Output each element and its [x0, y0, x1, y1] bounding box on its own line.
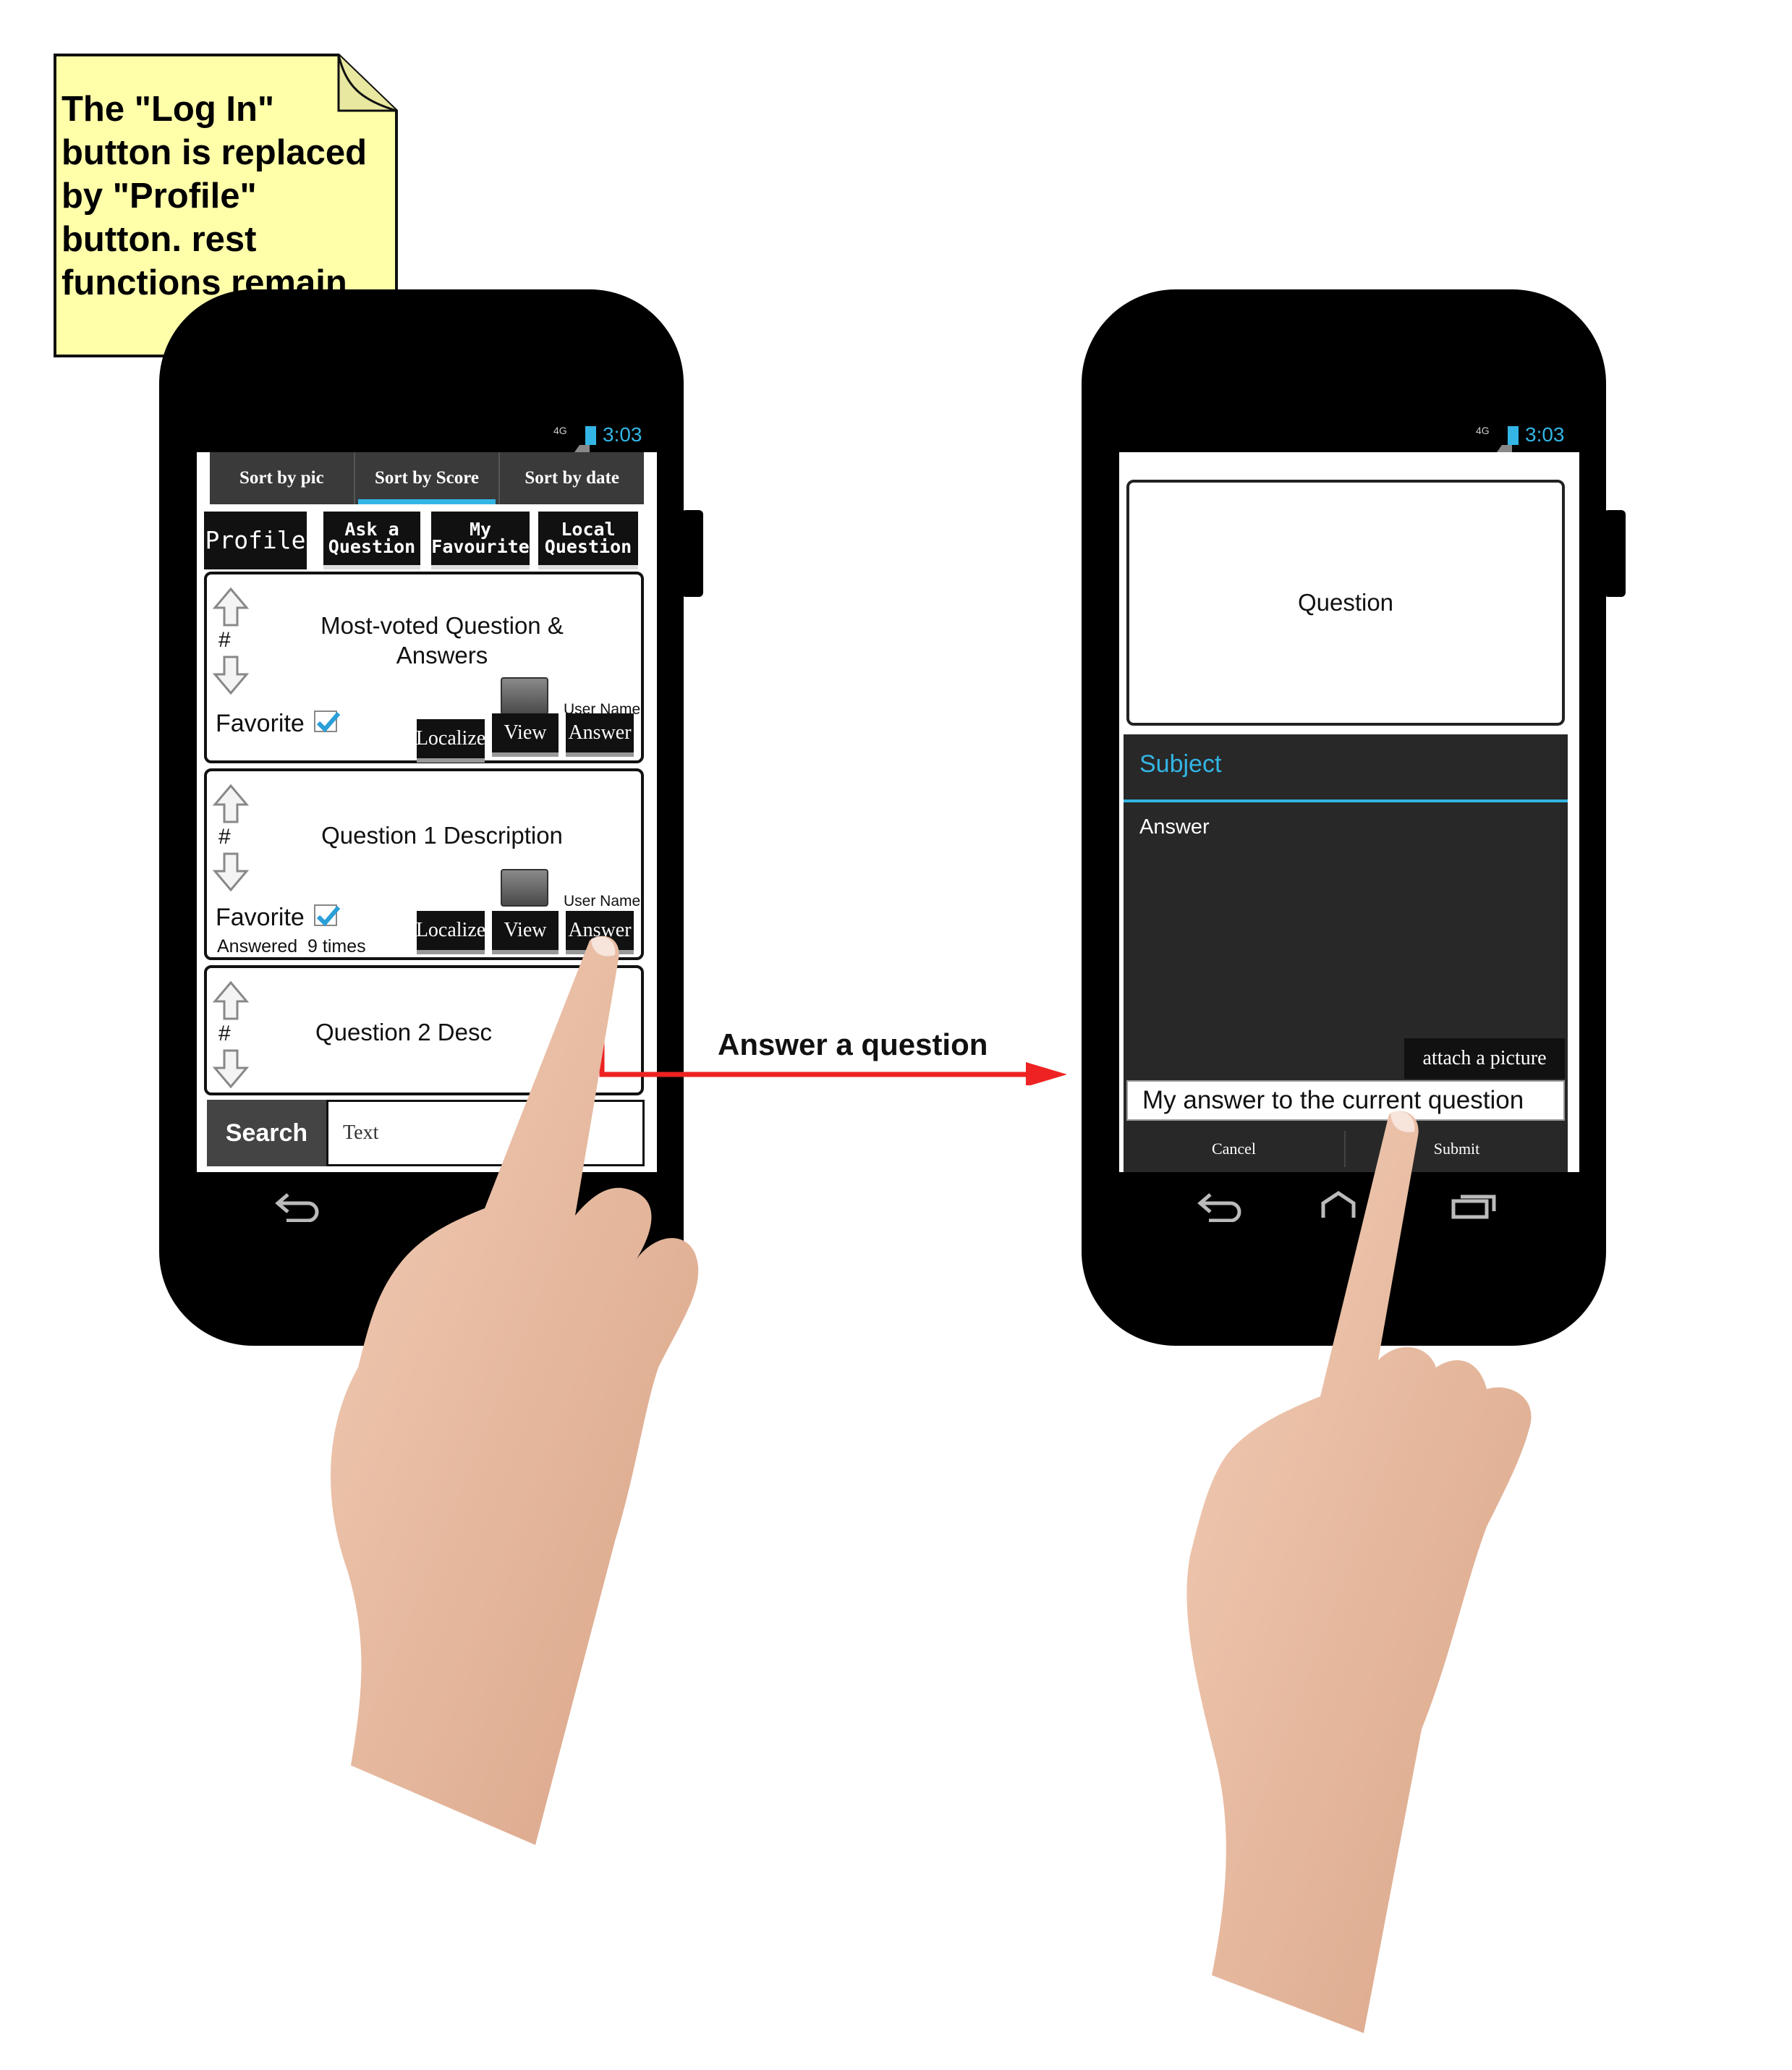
hand-illustration-left [331, 936, 699, 1845]
subject-divider [1124, 799, 1568, 802]
profile-button[interactable]: Profile [204, 512, 307, 569]
network-indicator: 4G [1476, 425, 1490, 436]
user-name[interactable]: User Name [564, 893, 640, 910]
status-time: 3:03 [1525, 423, 1565, 446]
user-avatar[interactable] [501, 869, 548, 907]
attach-picture-button[interactable]: attach a picture [1404, 1038, 1565, 1079]
ask-question-button[interactable]: Ask a Question [323, 512, 420, 569]
vote-count: # [218, 1022, 231, 1045]
vote-count: # [218, 825, 231, 849]
favorite-label: Favorite [216, 710, 305, 737]
app-screen: Question Subject Answer attach a picture… [1119, 452, 1579, 1172]
sort-bar: Sort by pic Sort by Score Sort by date [210, 452, 644, 504]
status-time: 3:03 [603, 423, 642, 446]
localize-button[interactable]: Localize [416, 719, 485, 763]
answer-label: Answer [1139, 815, 1210, 839]
favorite-checkbox[interactable] [314, 710, 341, 733]
battery-icon [585, 426, 596, 445]
local-question-button[interactable]: Local Question [538, 512, 638, 569]
question-panel: Question [1126, 480, 1565, 726]
network-indicator: 4G [553, 425, 567, 436]
tab-sort-by-pic[interactable]: Sort by pic [210, 452, 354, 504]
answer-button[interactable]: Answer [566, 713, 634, 757]
arrow-label: Answer a question [718, 1027, 988, 1061]
favorite-label: Favorite [216, 904, 305, 931]
status-bar: 4G 3:03 [553, 423, 676, 459]
my-favourite-button[interactable]: My Favourite [431, 512, 530, 569]
hand-illustration-right [1186, 1111, 1532, 2033]
tab-sort-by-date[interactable]: Sort by date [498, 452, 644, 504]
check-icon [316, 712, 341, 733]
status-bar: 4G 3:03 [1476, 423, 1599, 459]
back-nav-icon[interactable] [273, 1190, 321, 1222]
question-title[interactable]: Most-voted Question & Answers [294, 611, 590, 670]
view-button[interactable]: View [492, 713, 559, 757]
dialog-subject: Subject [1139, 750, 1222, 778]
vote-count: # [218, 628, 231, 652]
battery-icon [1508, 426, 1519, 445]
search-button[interactable]: Search [207, 1100, 326, 1166]
question-card[interactable]: # Most-voted Question & Answers Favorite… [204, 572, 644, 763]
note-text: The "Log In" button is replaced by "Prof… [61, 90, 368, 302]
user-avatar[interactable] [501, 677, 548, 715]
question-title[interactable]: Question 1 Description [294, 820, 590, 850]
tab-sort-by-score[interactable]: Sort by Score [353, 452, 499, 504]
